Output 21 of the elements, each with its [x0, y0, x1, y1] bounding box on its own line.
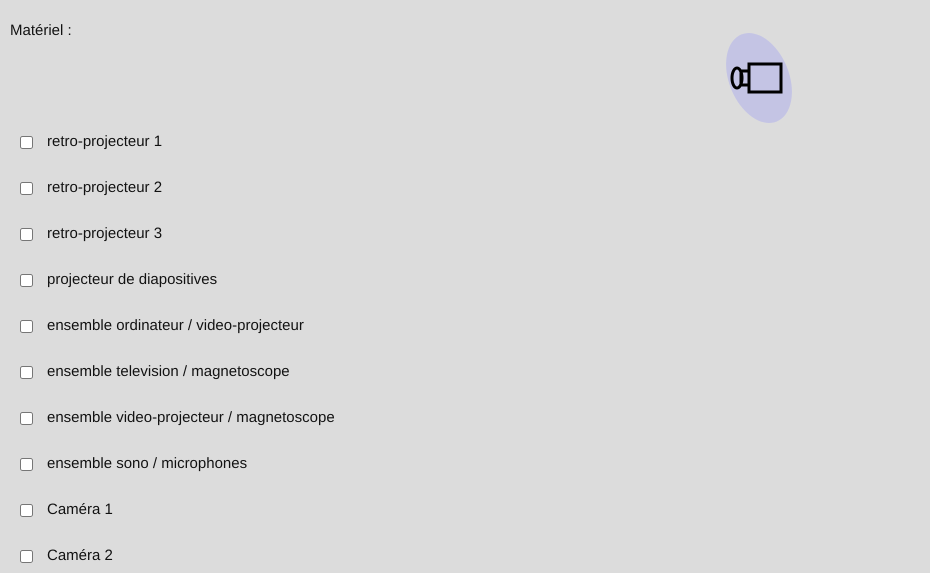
checkbox-label: Caméra 2 [47, 546, 113, 566]
checkbox-label: Caméra 1 [47, 500, 113, 520]
checkbox[interactable] [20, 274, 33, 286]
checkbox[interactable] [20, 182, 33, 194]
checkbox-label: retro-projecteur 3 [47, 224, 162, 244]
checkbox[interactable] [20, 412, 33, 424]
section-heading: Matériel : [10, 21, 72, 41]
checkbox[interactable] [20, 550, 33, 562]
checkbox-label: retro-projecteur 1 [47, 132, 162, 152]
checkbox-label: ensemble sono / microphones [47, 454, 248, 474]
checkbox[interactable] [20, 320, 33, 332]
checkbox-label: ensemble ordinateur / video-projecteur [47, 316, 304, 336]
checkbox[interactable] [20, 228, 33, 240]
checkbox-label: retro-projecteur 2 [47, 178, 162, 198]
checkbox[interactable] [20, 366, 33, 378]
checkbox[interactable] [20, 458, 33, 470]
checkbox-label: ensemble video-projecteur / magnetoscope [47, 408, 335, 428]
checkbox[interactable] [20, 504, 33, 516]
checkbox[interactable] [20, 136, 33, 148]
checkbox-label: ensemble television / magnetoscope [47, 362, 290, 382]
checkbox-label: projecteur de diapositives [47, 270, 218, 290]
